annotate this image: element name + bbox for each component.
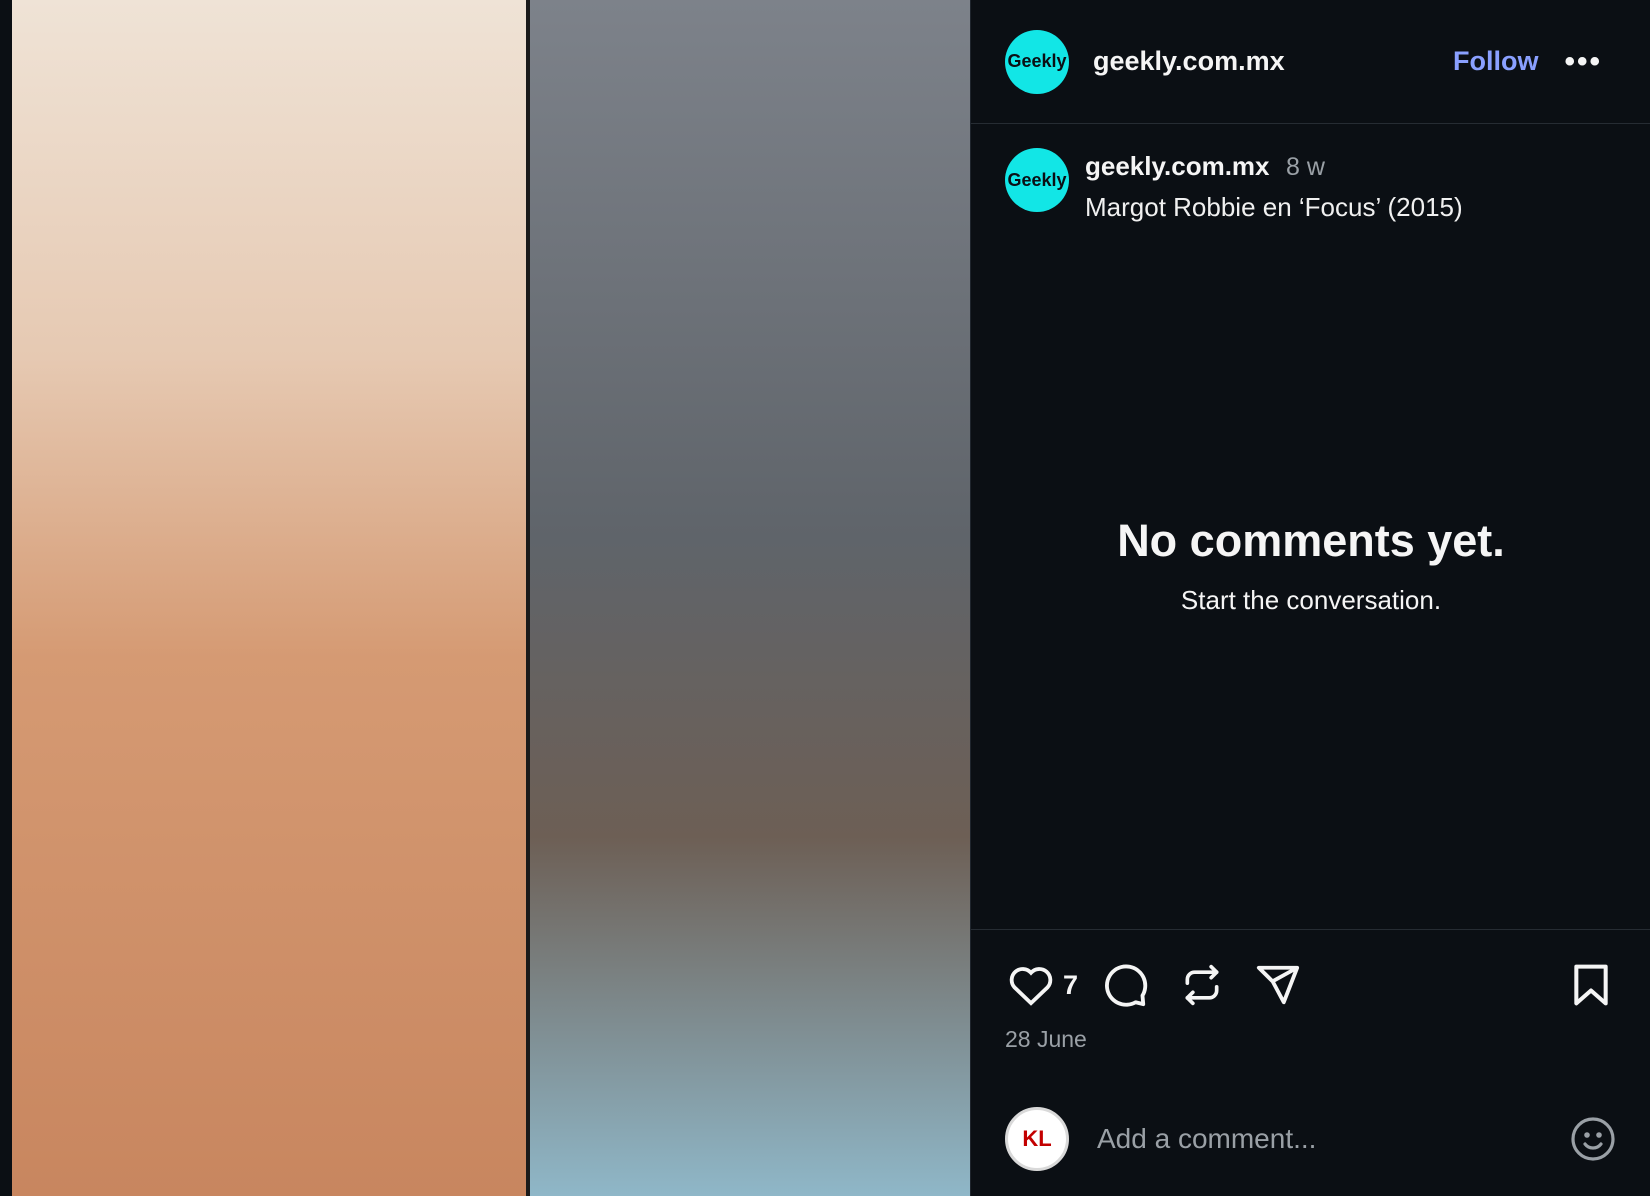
follow-button[interactable]: Follow xyxy=(1453,46,1538,77)
post-date[interactable]: 28 June xyxy=(971,1026,1650,1053)
comment-bar: KL xyxy=(1005,1106,1617,1172)
heart-icon[interactable] xyxy=(1005,959,1057,1011)
current-user-avatar-label: KL xyxy=(1022,1126,1052,1151)
caption-avatar[interactable]: Geekly xyxy=(1005,148,1069,212)
post-photo-right xyxy=(530,0,970,1196)
empty-subtitle: Start the conversation. xyxy=(1180,585,1442,615)
repost-icon[interactable] xyxy=(1176,959,1228,1011)
post-sidebar: Geekly geekly.com.mx Follow ••• Geekly g… xyxy=(970,0,1650,1196)
current-user-avatar[interactable]: KL xyxy=(1005,1107,1069,1171)
caption-body: Margot Robbie en ‘Focus’ (2015) xyxy=(1085,192,1463,222)
author-avatar-label: Geekly xyxy=(1007,51,1067,71)
share-icon[interactable] xyxy=(1252,959,1304,1011)
emoji-icon[interactable] xyxy=(1569,1115,1617,1163)
author-username[interactable]: geekly.com.mx xyxy=(1093,46,1453,77)
comment-icon[interactable] xyxy=(1100,959,1152,1011)
post-caption: Geekly geekly.com.mx 8 w Margot Robbie e… xyxy=(971,124,1650,225)
comment-input[interactable] xyxy=(1097,1123,1569,1155)
author-avatar[interactable]: Geekly xyxy=(1005,29,1069,94)
caption-text-block: geekly.com.mx 8 w Margot Robbie en ‘Focu… xyxy=(1085,148,1463,225)
caption-avatar-label: Geekly xyxy=(1007,169,1067,190)
bookmark-icon[interactable] xyxy=(1565,959,1617,1011)
more-options-icon[interactable]: ••• xyxy=(1564,45,1602,79)
post-photo-left xyxy=(12,0,526,1196)
post-modal: Geekly geekly.com.mx Follow ••• Geekly g… xyxy=(0,0,1650,1196)
empty-title: No comments yet. xyxy=(1117,515,1505,566)
caption-username[interactable]: geekly.com.mx xyxy=(1085,151,1270,181)
caption-timestamp[interactable]: 8 w xyxy=(1286,153,1325,181)
like-count[interactable]: 7 xyxy=(1063,970,1078,1001)
action-bar: 7 xyxy=(971,930,1650,1040)
post-media[interactable] xyxy=(0,0,970,1196)
post-actions-area: 7 28 June xyxy=(971,929,1650,1053)
comments-empty-state: No comments yet. Start the conversation. xyxy=(971,515,1650,616)
post-header: Geekly geekly.com.mx Follow ••• xyxy=(971,0,1650,124)
